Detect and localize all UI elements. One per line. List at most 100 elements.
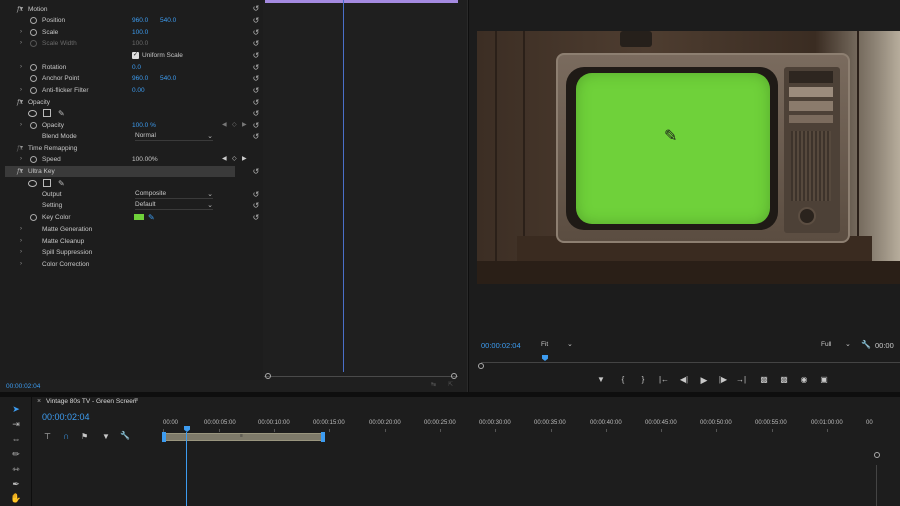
pen-icon[interactable]: ✎ <box>58 108 65 119</box>
linked-selection-icon[interactable]: ⚑ <box>81 432 88 441</box>
twirl-right-icon[interactable]: › <box>20 120 25 131</box>
twirl-right-icon[interactable]: › <box>20 259 25 270</box>
stopwatch-icon[interactable] <box>30 122 37 129</box>
reset-icon[interactable]: ↺ <box>252 110 260 118</box>
track-select-icon[interactable]: ⇥ <box>9 418 23 431</box>
menu-icon[interactable]: ≡ <box>134 397 138 404</box>
compare-view-icon[interactable]: ▣ <box>818 375 830 385</box>
scale-value[interactable]: 100.0 <box>132 27 148 38</box>
monitor-playhead[interactable] <box>542 355 548 361</box>
razor-icon[interactable]: ✏ <box>9 448 23 461</box>
scroll-handle-right[interactable] <box>451 373 457 379</box>
add-marker-icon[interactable]: ▼ <box>596 375 606 385</box>
selection-tool-icon[interactable]: ➤ <box>9 403 23 416</box>
scroll-handle-top[interactable] <box>874 452 880 458</box>
ripple-edit-icon[interactable]: ⇔ <box>9 433 23 446</box>
stopwatch-icon[interactable] <box>30 17 37 24</box>
pen-icon[interactable]: ✎ <box>58 178 65 189</box>
stopwatch-icon[interactable] <box>30 75 37 82</box>
ultra-key-effect-row[interactable]: ▾ fx Ultra Key <box>6 166 261 177</box>
reset-icon[interactable]: ↺ <box>252 87 260 95</box>
reset-icon[interactable]: ↺ <box>252 99 260 107</box>
blend-mode-select[interactable]: Normal ⌄ <box>135 132 213 141</box>
twirl-right-icon[interactable]: › <box>20 247 25 258</box>
reset-icon[interactable]: ↺ <box>252 191 260 199</box>
go-to-out-icon[interactable]: →| <box>735 375 747 385</box>
monitor-time-ruler[interactable] <box>481 362 900 363</box>
stopwatch-icon[interactable] <box>30 214 37 221</box>
sequence-tab-title[interactable]: Vintage 80s TV - Green Screen <box>46 398 136 405</box>
reset-icon[interactable]: ↺ <box>252 133 260 141</box>
snap-icon[interactable]: ∩ <box>63 431 69 441</box>
matte-cleanup-row[interactable]: › Matte Cleanup <box>6 236 261 247</box>
twirl-right-icon[interactable]: › <box>20 85 25 96</box>
speed-value[interactable]: 100.00% <box>132 154 158 165</box>
nest-icon[interactable]: ⊤ <box>44 432 51 441</box>
rotation-value[interactable]: 0.0 <box>132 62 141 73</box>
zoom-select[interactable]: Fit ⌄ <box>541 341 575 348</box>
timeline-timecode[interactable]: 00:00:02:04 <box>42 412 90 422</box>
add-keyframe-icon[interactable]: ◇ <box>232 154 237 165</box>
matte-generation-row[interactable]: › Matte Generation <box>6 224 261 235</box>
ellipse-mask-icon[interactable] <box>28 180 37 187</box>
twirl-right-icon[interactable]: › <box>20 236 25 247</box>
fx-badge-icon[interactable]: fx <box>17 97 23 108</box>
reset-icon[interactable]: ↺ <box>252 202 260 210</box>
prev-keyframe-icon[interactable]: ◀ <box>222 154 227 165</box>
twirl-right-icon[interactable]: › <box>20 27 25 38</box>
eyedropper-icon[interactable]: ✎ <box>148 212 155 223</box>
overwrite-icon[interactable]: ▩ <box>778 375 790 385</box>
green-screen[interactable] <box>576 73 770 224</box>
twirl-right-icon[interactable]: › <box>20 154 25 165</box>
key-color-swatch[interactable] <box>134 214 144 220</box>
wrench-icon[interactable]: 🔧 <box>861 340 871 349</box>
export-icon[interactable]: ⇱ <box>448 381 453 388</box>
step-back-icon[interactable]: ◀| <box>678 375 690 385</box>
opacity-effect-row[interactable]: ▾ fx Opacity <box>6 97 261 108</box>
uniform-scale-checkbox[interactable]: ✓ <box>132 52 139 59</box>
anchor-x-value[interactable]: 960.0 <box>132 73 148 84</box>
program-timecode[interactable]: 00:00:02:04 <box>481 341 521 350</box>
go-to-in-icon[interactable]: |← <box>658 375 670 385</box>
rectangle-mask-icon[interactable] <box>43 109 51 117</box>
stopwatch-icon[interactable] <box>30 87 37 94</box>
output-select[interactable]: Composite ⌄ <box>135 190 213 199</box>
add-keyframe-icon[interactable]: ◇ <box>232 120 237 131</box>
color-correction-row[interactable]: › Color Correction <box>6 259 261 270</box>
position-x-value[interactable]: 960.0 <box>132 15 148 26</box>
time-remapping-row[interactable]: ▾ fx Time Remapping <box>6 143 261 154</box>
anti-flicker-value[interactable]: 0.00 <box>132 85 145 96</box>
hand-tool-icon[interactable]: ✋ <box>9 492 23 505</box>
slip-tool-icon[interactable]: ⇿ <box>9 463 23 476</box>
spill-suppression-row[interactable]: › Spill Suppression <box>6 247 261 258</box>
resolution-select[interactable]: Full ⌄ <box>821 341 855 348</box>
stopwatch-icon[interactable] <box>30 156 37 163</box>
close-icon[interactable]: × <box>37 398 41 405</box>
setting-select[interactable]: Default ⌄ <box>135 201 213 210</box>
reset-icon[interactable]: ↺ <box>252 29 260 37</box>
position-y-value[interactable]: 540.0 <box>160 15 176 26</box>
reset-icon[interactable]: ↺ <box>252 40 260 48</box>
mark-in-icon[interactable]: { <box>618 375 628 385</box>
filter-icon[interactable]: ↹ <box>431 381 436 388</box>
camera-icon[interactable]: ◉ <box>798 375 810 385</box>
twirl-right-icon[interactable]: › <box>20 62 25 73</box>
scroll-handle-left[interactable] <box>478 363 484 369</box>
reset-icon[interactable]: ↺ <box>252 17 260 25</box>
work-area-bar[interactable] <box>164 433 323 441</box>
rectangle-mask-icon[interactable] <box>43 179 51 187</box>
insert-icon[interactable]: ▩ <box>758 375 770 385</box>
twirl-right-icon[interactable]: › <box>20 224 25 235</box>
add-marker-icon[interactable]: ▼ <box>102 432 110 441</box>
work-area-end-handle[interactable] <box>321 432 325 442</box>
mark-out-icon[interactable]: } <box>638 375 648 385</box>
ec-timecode[interactable]: 00:00:02:04 <box>6 383 40 390</box>
anchor-y-value[interactable]: 540.0 <box>160 73 176 84</box>
fx-badge-icon[interactable]: fx <box>17 166 23 177</box>
reset-icon[interactable]: ↺ <box>252 5 260 13</box>
prev-keyframe-icon[interactable]: ◀ <box>222 120 227 131</box>
stopwatch-icon[interactable] <box>30 29 37 36</box>
next-keyframe-icon[interactable]: ▶ <box>242 120 247 131</box>
timeline-vertical-scrollbar[interactable] <box>876 465 877 506</box>
pen-tool-icon[interactable]: ✒ <box>9 478 23 491</box>
